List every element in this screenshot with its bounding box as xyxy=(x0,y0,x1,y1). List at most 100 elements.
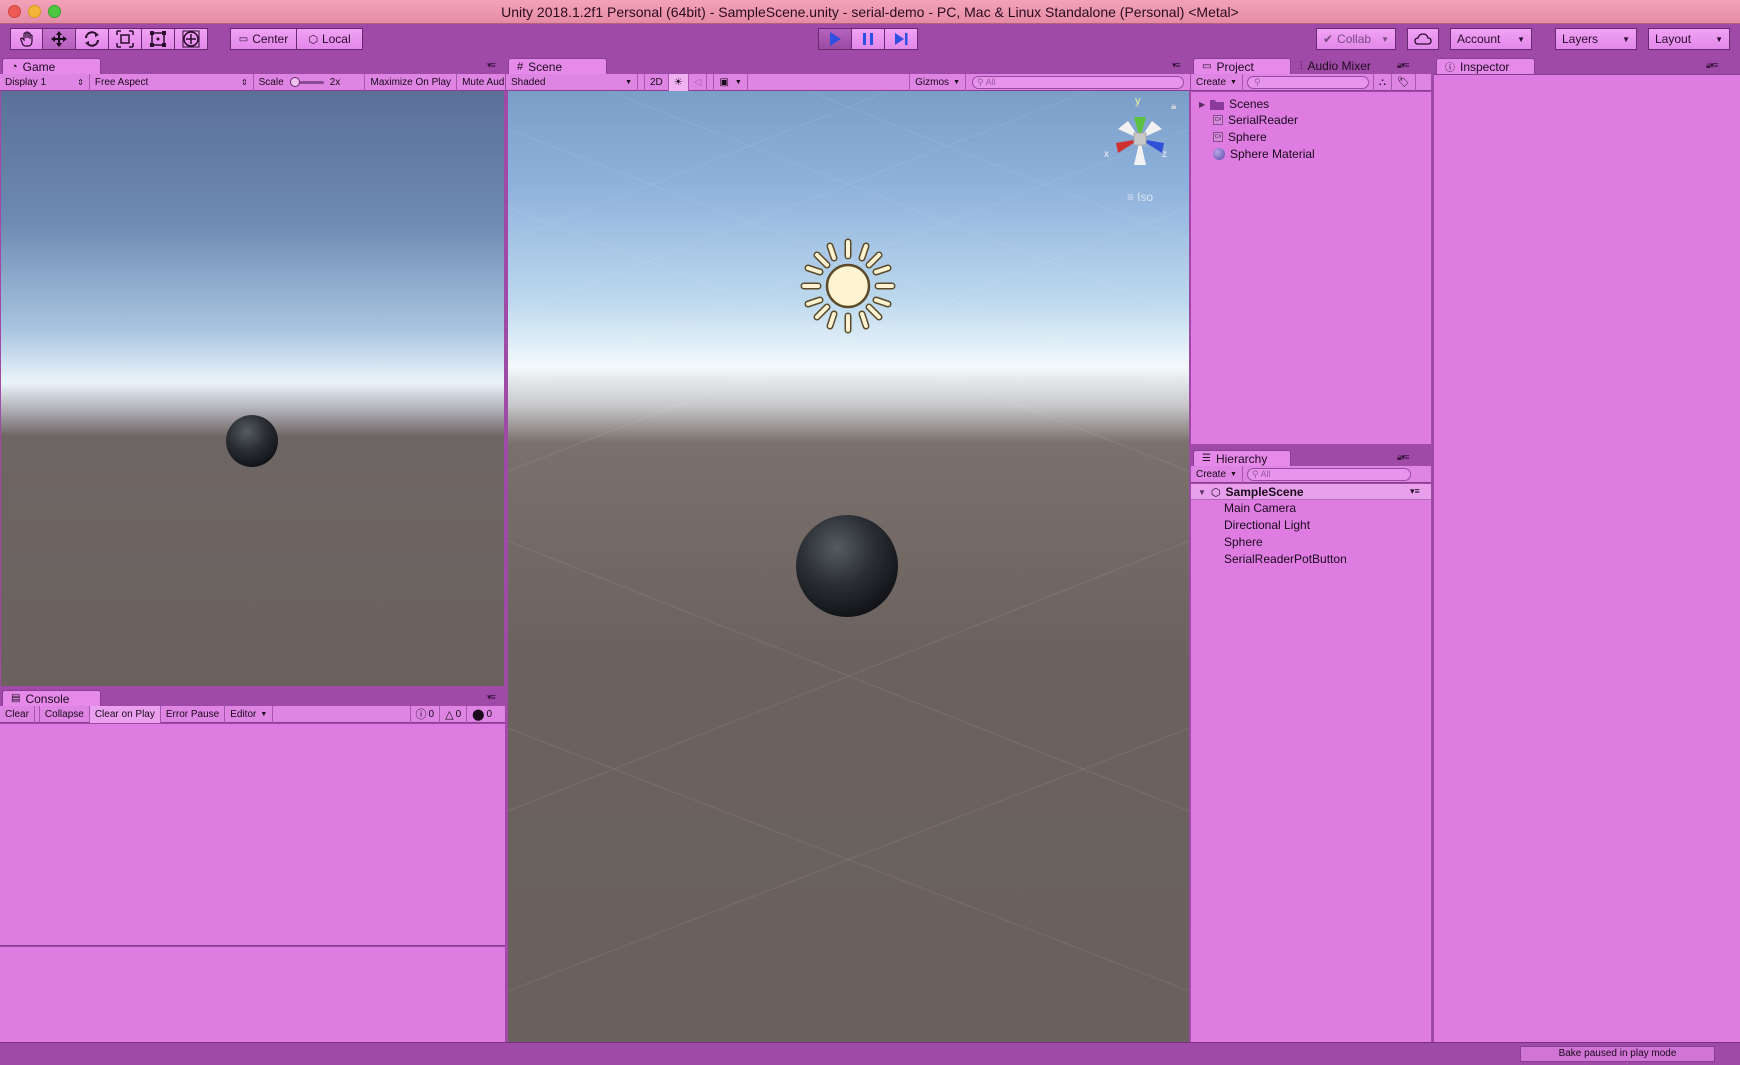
scene-lock-icon[interactable]: 🔒︎ xyxy=(1171,101,1176,112)
aspect-dropdown[interactable]: Free Aspect ⇕ xyxy=(90,73,254,91)
move-tool-button[interactable] xyxy=(43,28,76,50)
hand-tool-button[interactable] xyxy=(10,28,43,50)
shading-mode-dropdown[interactable]: Shaded ▼ xyxy=(506,73,638,91)
game-sphere xyxy=(226,415,278,467)
hierarchy-create-dropdown[interactable]: Create ▼ xyxy=(1191,465,1243,483)
tab-hierarchy[interactable]: ☰ Hierarchy xyxy=(1193,450,1291,466)
collab-dropdown[interactable]: ✔ Collab ▼ xyxy=(1316,28,1396,50)
layers-dropdown[interactable]: Layers ▼ xyxy=(1555,28,1637,50)
gizmo-axis-y-label: y xyxy=(1135,95,1141,107)
mute-audio-toggle[interactable]: Mute Aud xyxy=(457,74,505,91)
pivot-local-toggle[interactable]: ⬡ Local xyxy=(297,28,363,50)
updown-arrow-icon: ⇕ xyxy=(77,77,84,87)
warning-icon: △ xyxy=(445,708,454,721)
rotate-tool-button[interactable] xyxy=(76,28,109,50)
scene-options-menu-icon[interactable]: ▾≡ xyxy=(1410,486,1420,497)
filter-by-label-button[interactable]: 🏷︎ xyxy=(1392,73,1416,91)
project-item-scenes[interactable]: ▶ Scenes xyxy=(1199,97,1269,111)
tab-game[interactable]: ◔ Game xyxy=(2,58,101,74)
tab-console[interactable]: ▤ Console xyxy=(2,690,101,706)
scale-tool-button[interactable] xyxy=(109,28,142,50)
zoom-window-button[interactable] xyxy=(48,5,61,18)
project-item-sphere[interactable]: C# Sphere xyxy=(1213,130,1267,144)
hierarchy-item-sphere[interactable]: Sphere xyxy=(1224,535,1263,549)
scene-sphere[interactable] xyxy=(796,515,898,617)
cloud-services-button[interactable] xyxy=(1407,28,1439,50)
foldout-open-arrow-icon[interactable]: ▼ xyxy=(1198,488,1206,497)
console-log-toggle[interactable]: ⓘ 0 xyxy=(409,705,441,723)
hierarchy-tree[interactable]: ▼ ⬡ SampleScene ▾≡ Main Camera Direction… xyxy=(1191,484,1431,1042)
hierarchy-search-field[interactable]: ⚲ All xyxy=(1246,467,1411,481)
console-warning-toggle[interactable]: △ 0 xyxy=(440,705,468,723)
layout-dropdown[interactable]: Layout ▼ xyxy=(1648,28,1730,50)
step-button[interactable] xyxy=(885,28,918,50)
console-editor-dropdown[interactable]: Editor ▼ xyxy=(225,705,274,723)
scene-orientation-gizmo[interactable] xyxy=(1104,103,1176,175)
console-error-toggle[interactable]: ⬤ 0 xyxy=(467,706,497,723)
transform-tool-button[interactable] xyxy=(175,28,208,50)
project-item-sphere-material[interactable]: Sphere Material xyxy=(1213,147,1315,161)
console-clear-button[interactable]: Clear xyxy=(0,705,35,723)
project-toolbar: Create ▼ ⚲ ⛬ 🏷︎ xyxy=(1191,73,1431,91)
foldout-arrow-icon[interactable]: ▶ xyxy=(1199,100,1205,109)
mode-2d-toggle[interactable]: 2D xyxy=(644,73,669,91)
panel-lock-menu-icon[interactable]: 🔒︎▾≡ xyxy=(1706,60,1719,71)
tab-inspector[interactable]: ⓘ Inspector xyxy=(1436,58,1535,74)
tab-scene[interactable]: # Scene xyxy=(508,58,607,74)
pause-icon xyxy=(863,33,873,45)
console-log-list[interactable] xyxy=(0,724,505,946)
panel-lock-menu-icon[interactable]: 🔒︎▾≡ xyxy=(1397,452,1410,463)
game-viewport[interactable] xyxy=(1,91,504,686)
folder-icon: ▭ xyxy=(1202,61,1212,72)
filter-by-type-button[interactable]: ⛬ xyxy=(1372,73,1392,91)
move-tool-icon xyxy=(51,31,67,47)
hierarchy-item-serialreaderpotbutton[interactable]: SerialReaderPotButton xyxy=(1224,552,1347,566)
close-window-button[interactable] xyxy=(8,5,21,18)
bake-status-badge[interactable]: Bake paused in play mode xyxy=(1520,1046,1715,1062)
console-error-pause-toggle[interactable]: Error Pause xyxy=(161,705,226,723)
directional-light-gizmo[interactable] xyxy=(800,238,896,334)
project-asset-list[interactable]: ▶ Scenes C# SerialReader C# Sphere Spher… xyxy=(1191,92,1431,444)
pivot-center-toggle[interactable]: ▭ Center xyxy=(230,28,297,50)
scale-control: Scale 2x xyxy=(254,73,366,91)
scene-header-row[interactable]: ▼ ⬡ SampleScene ▾≡ xyxy=(1191,484,1431,500)
scale-slider-knob[interactable] xyxy=(289,76,300,87)
dropdown-arrow-icon: ▼ xyxy=(1230,470,1237,478)
console-collapse-toggle[interactable]: Collapse xyxy=(38,705,90,723)
scene-search-field[interactable]: ⚲ All xyxy=(972,75,1184,89)
grid-hash-icon: # xyxy=(517,60,524,73)
panel-menu-icon[interactable]: ▾≡ xyxy=(487,60,496,71)
scale-slider[interactable] xyxy=(289,76,324,87)
account-dropdown[interactable]: Account ▼ xyxy=(1450,28,1532,50)
title-bar: Unity 2018.1.2f1 Personal (64bit) - Samp… xyxy=(0,0,1740,24)
project-create-dropdown[interactable]: Create ▼ xyxy=(1191,73,1243,91)
tab-audio-mixer[interactable]: ⫶ Audio Mixer xyxy=(1292,58,1390,74)
panel-menu-icon[interactable]: ▾≡ xyxy=(1172,60,1181,71)
rect-tool-icon xyxy=(150,31,166,47)
display-dropdown[interactable]: Display 1 ⇕ xyxy=(0,73,90,91)
scene-lighting-toggle[interactable]: ☀ xyxy=(668,73,689,91)
scene-effects-dropdown[interactable]: ▣ ▼ xyxy=(713,73,748,91)
hierarchy-scene-samplescene[interactable]: ▼ ⬡ SampleScene xyxy=(1198,485,1304,499)
panel-lock-menu-icon[interactable]: 🔒︎▾≡ xyxy=(1397,60,1410,71)
console-detail-area[interactable] xyxy=(0,947,505,1042)
gizmos-dropdown[interactable]: Gizmos ▼ xyxy=(909,73,966,91)
hierarchy-item-main-camera[interactable]: Main Camera xyxy=(1224,501,1296,515)
scene-viewport[interactable]: y x z 🔒︎ ≡ Iso xyxy=(508,91,1189,1042)
scene-audio-toggle[interactable]: ◁ xyxy=(689,73,708,91)
pivot-center-icon: ▭ xyxy=(238,33,249,45)
tab-project[interactable]: ▭ Project xyxy=(1193,58,1291,74)
project-item-serialreader[interactable]: C# SerialReader xyxy=(1213,113,1298,127)
minimize-window-button[interactable] xyxy=(28,5,41,18)
pause-button[interactable] xyxy=(852,28,885,50)
panel-menu-icon[interactable]: ▾≡ xyxy=(487,692,496,703)
hierarchy-item-directional-light[interactable]: Directional Light xyxy=(1224,518,1310,532)
inspector-body[interactable] xyxy=(1434,74,1740,1042)
project-search-field[interactable]: ⚲ xyxy=(1246,75,1369,89)
console-clear-on-play-toggle[interactable]: Clear on Play xyxy=(89,705,161,723)
projection-iso-toggle[interactable]: ≡ Iso xyxy=(1127,190,1153,204)
maximize-on-play-toggle[interactable]: Maximize On Play xyxy=(365,73,458,91)
status-bar: Bake paused in play mode xyxy=(0,1042,1740,1065)
rect-tool-button[interactable] xyxy=(142,28,175,50)
play-button[interactable] xyxy=(818,28,852,50)
